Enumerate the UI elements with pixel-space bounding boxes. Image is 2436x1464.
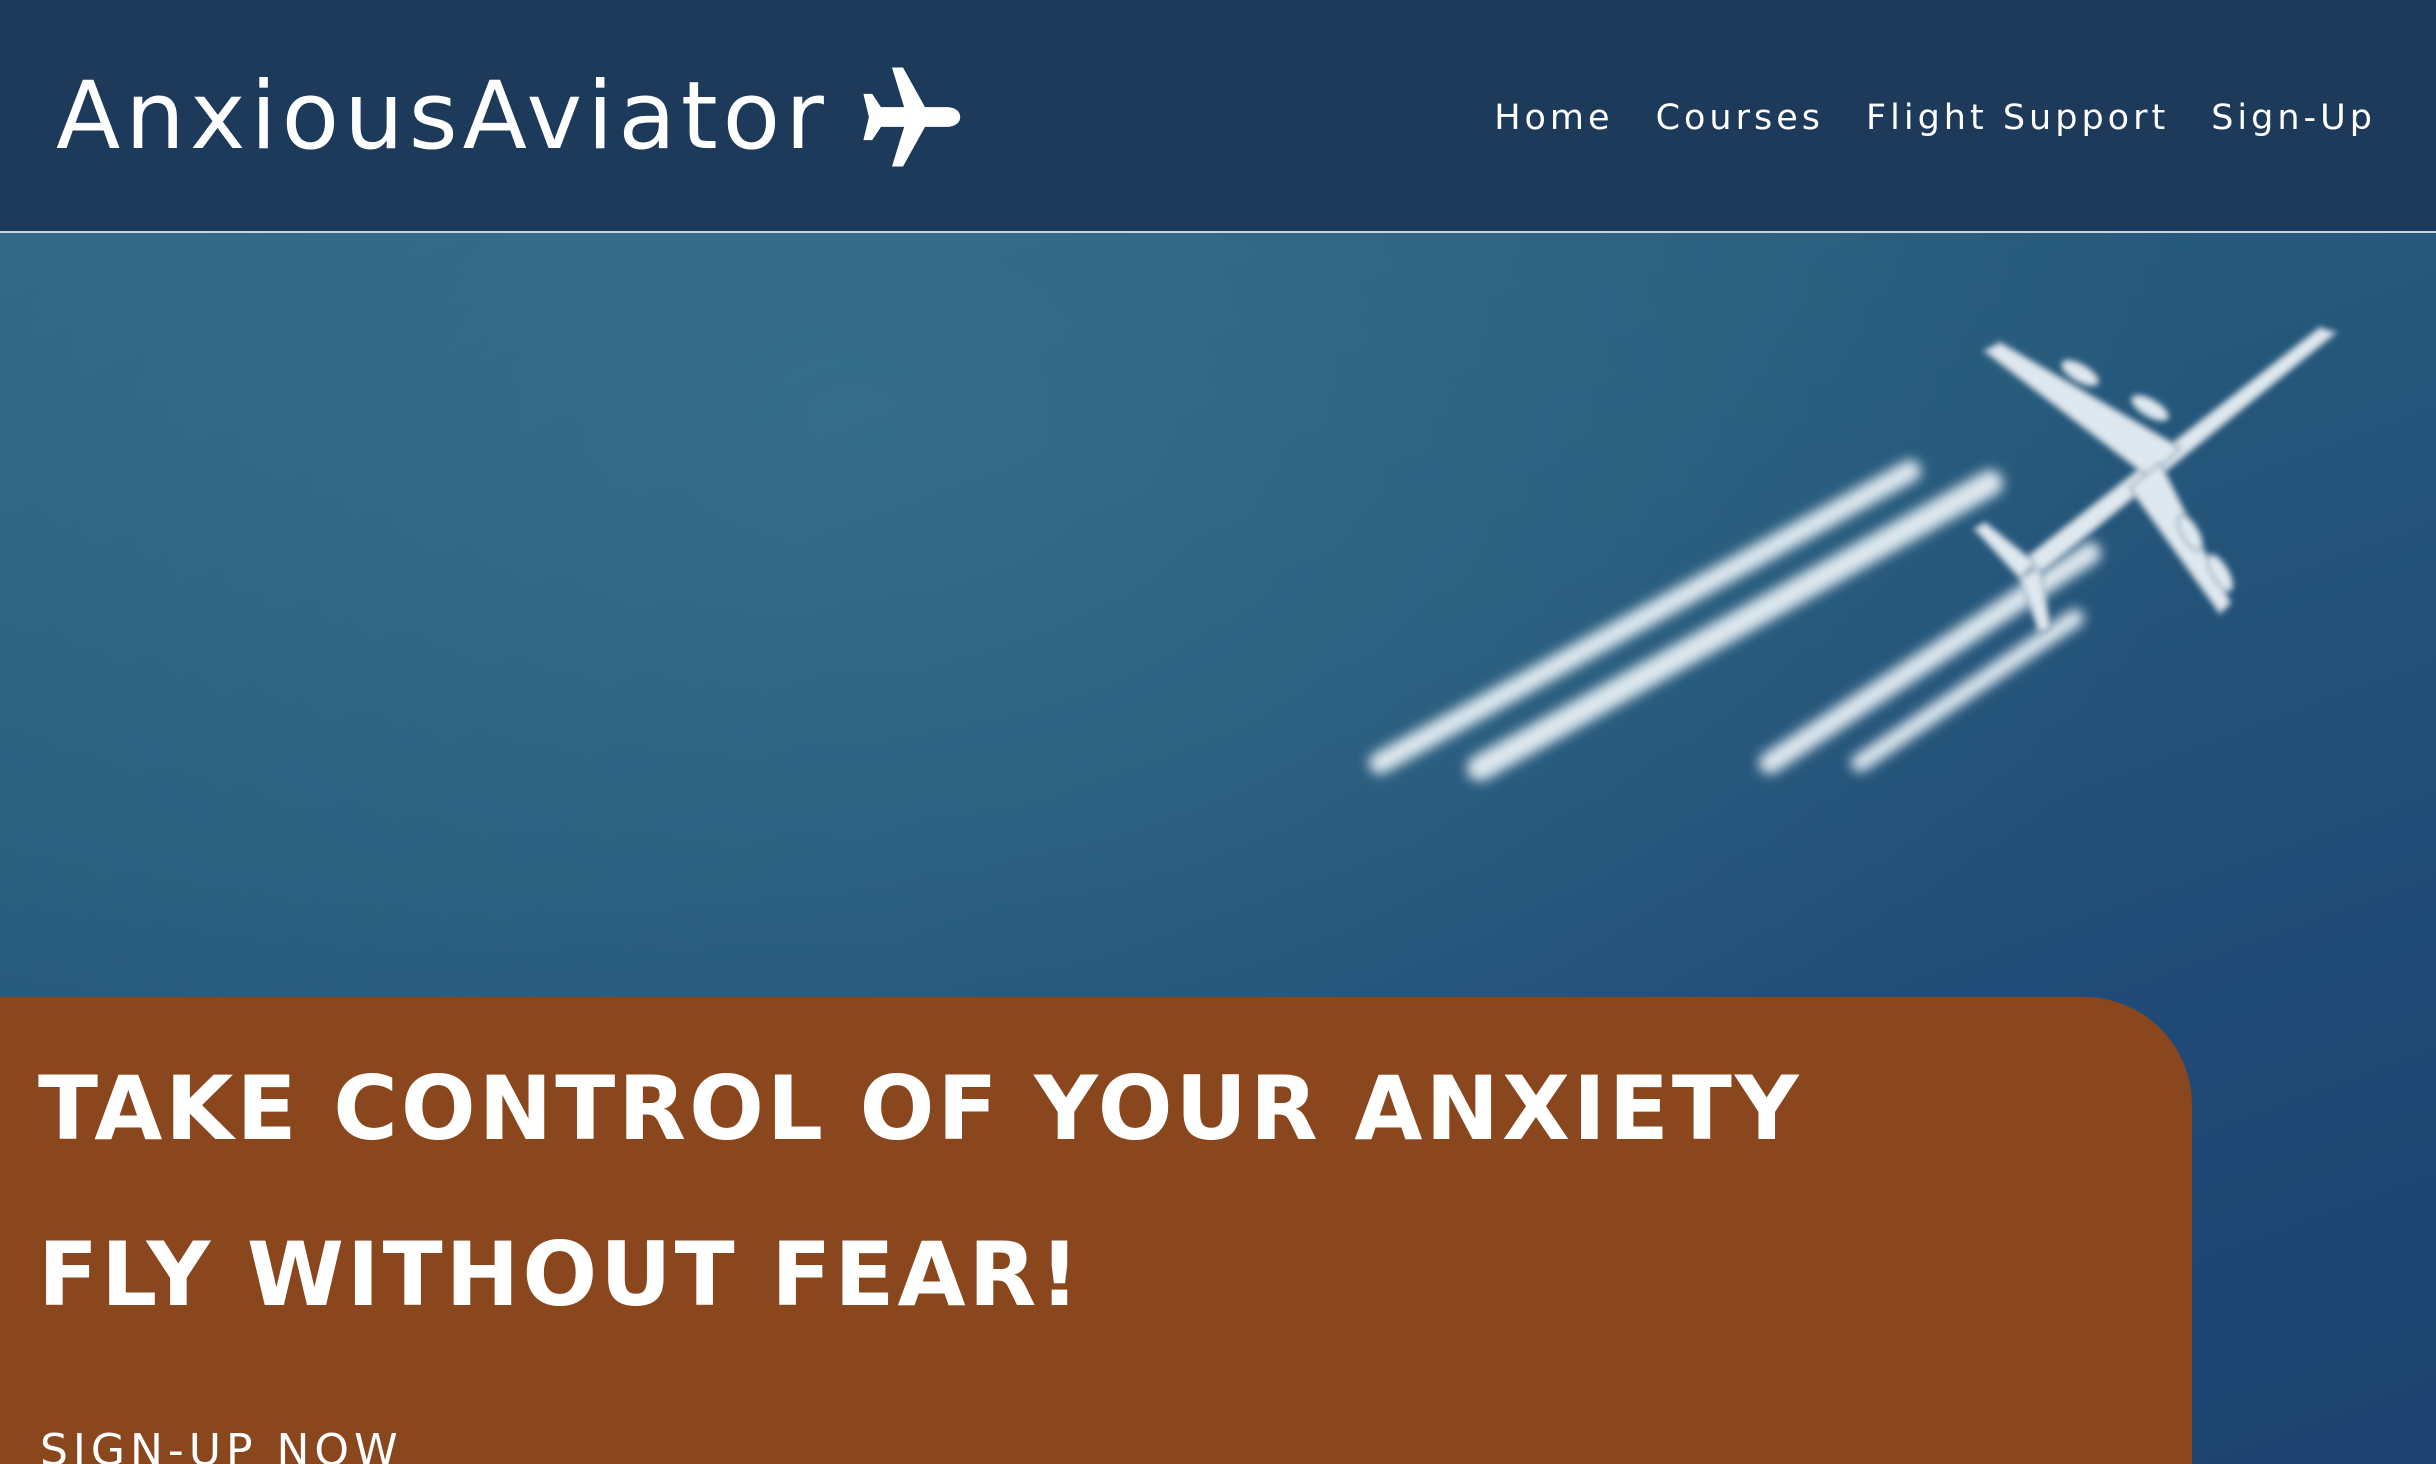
sky-airplane <box>1972 326 2339 636</box>
nav-flight-support[interactable]: Flight Support <box>1866 98 2169 138</box>
contrail-upper <box>1369 460 2101 781</box>
hero-callout-panel: TAKE CONTROL OF YOUR ANXIETY FLY WITHOUT… <box>0 997 2192 1464</box>
sign-up-now-link[interactable]: SIGN-UP NOW <box>40 1423 403 1464</box>
brand-name: AnxiousAviator <box>56 62 829 171</box>
hero-headline-line2: FLY WITHOUT FEAR! <box>38 1223 1083 1326</box>
brand-logo-link[interactable]: AnxiousAviator <box>56 62 969 172</box>
nav-home[interactable]: Home <box>1494 98 1613 138</box>
main-nav: Home Courses Flight Support Sign-Up <box>1494 88 2376 148</box>
nav-sign-up[interactable]: Sign-Up <box>2211 98 2376 138</box>
nav-courses[interactable]: Courses <box>1656 98 1824 138</box>
page: AnxiousAviator Home Courses Flight Suppo… <box>0 0 2436 1464</box>
site-header: AnxiousAviator Home Courses Flight Suppo… <box>0 0 2436 233</box>
airplane-icon <box>863 67 961 167</box>
hero-section: TAKE CONTROL OF YOUR ANXIETY FLY WITHOUT… <box>0 233 2436 1464</box>
hero-headline-line1: TAKE CONTROL OF YOUR ANXIETY <box>38 1057 1802 1160</box>
